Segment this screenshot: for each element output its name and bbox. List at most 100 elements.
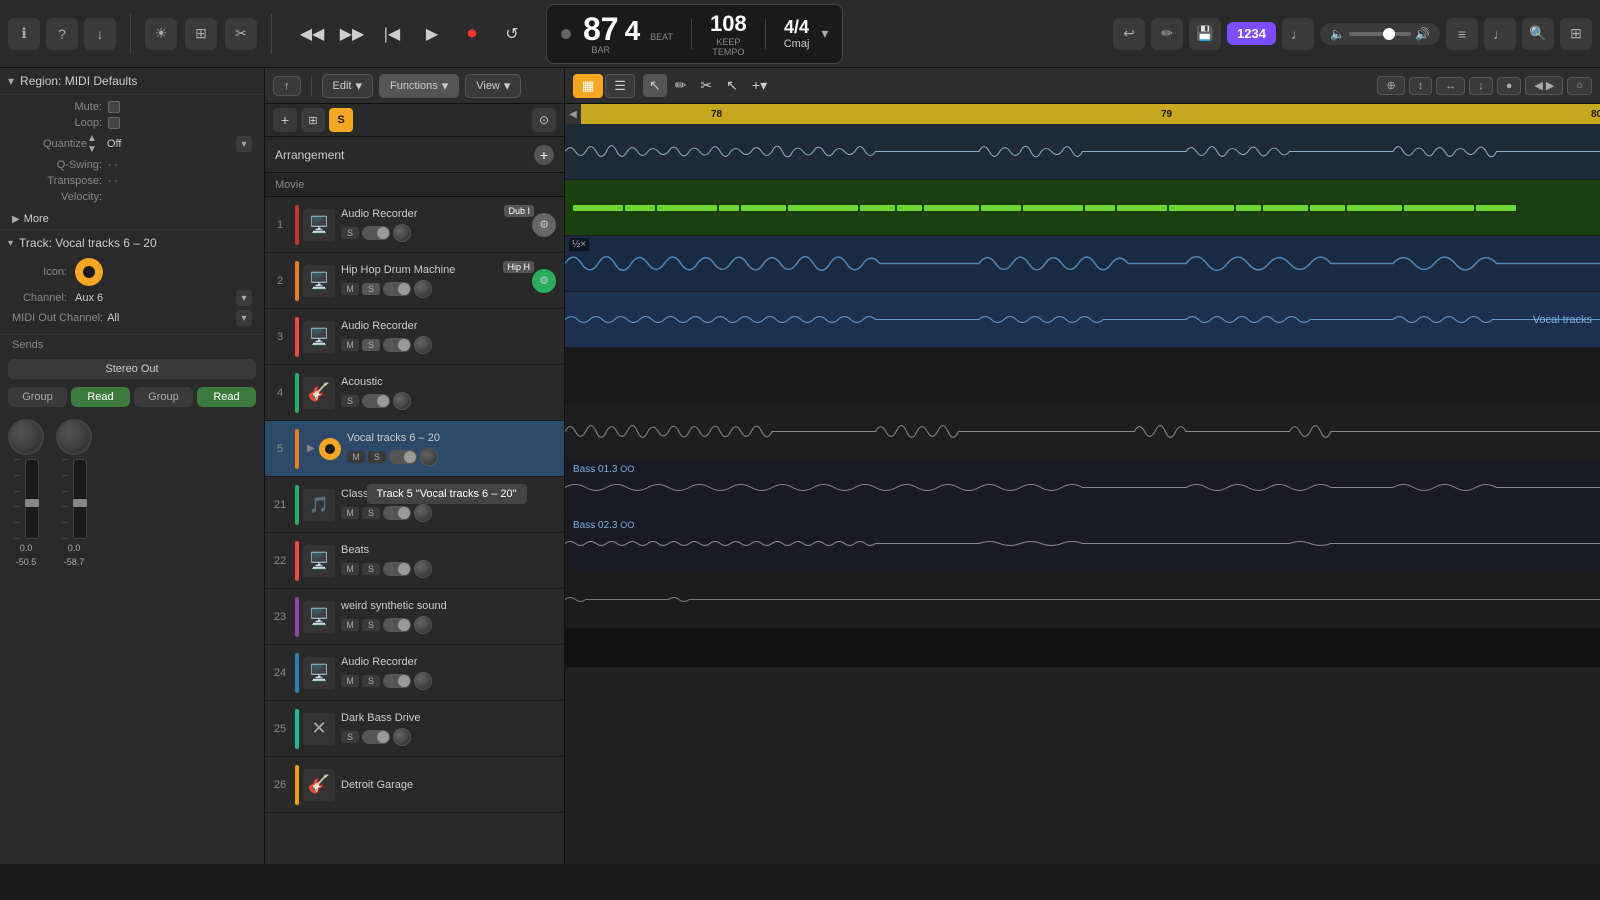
mute-button[interactable]: M <box>347 451 365 463</box>
volume-slider[interactable]: 🔈 🔊 <box>1320 23 1440 45</box>
track-row[interactable]: 21 🎵 Classic Electric Piano M S <box>265 477 564 533</box>
zoom-dot-left[interactable]: ● <box>1497 77 1522 95</box>
search-icon[interactable]: 🔍 <box>1522 18 1554 50</box>
zoom-fit-vertical[interactable]: ↕ <box>1409 77 1433 95</box>
solo-button[interactable]: S <box>362 619 380 631</box>
track-toggle[interactable] <box>362 226 390 240</box>
track-volume-knob[interactable] <box>414 616 432 634</box>
list-view-button[interactable]: ☰ <box>605 74 635 98</box>
fast-forward-button[interactable]: ▶▶ <box>334 16 370 52</box>
solo-button[interactable]: S <box>341 395 359 407</box>
track-volume-knob[interactable] <box>414 504 432 522</box>
view-menu-button[interactable]: View ▾ <box>465 74 521 98</box>
track-toggle[interactable] <box>383 338 411 352</box>
track-row[interactable]: 24 🖥️ Audio Recorder M S <box>265 645 564 701</box>
track-toggle[interactable] <box>362 394 390 408</box>
track-volume-knob[interactable] <box>393 728 411 746</box>
quantize-dropdown[interactable]: ▾ <box>236 136 252 152</box>
solo-button[interactable]: S <box>362 507 380 519</box>
list-icon[interactable]: ≡ <box>1446 18 1478 50</box>
prev-marker-button[interactable]: |◀ <box>374 16 410 52</box>
metronome-icon[interactable]: ♩ <box>1282 18 1314 50</box>
mute-button[interactable]: M <box>341 507 359 519</box>
read-button-right[interactable]: Read <box>197 387 256 407</box>
info-icon[interactable]: ℹ <box>8 18 40 50</box>
group-button-right[interactable]: Group <box>134 387 193 407</box>
fader-right[interactable] <box>73 459 87 539</box>
mute-button[interactable]: M <box>341 283 359 295</box>
arrow-up-button[interactable]: ↑ <box>273 76 301 96</box>
track-toggle[interactable] <box>383 506 411 520</box>
track-volume-knob[interactable] <box>414 336 432 354</box>
sends-label[interactable]: Sends <box>12 339 43 351</box>
record-area-button[interactable]: ⊙ <box>532 108 556 132</box>
track-settings-button[interactable]: ⚙ <box>532 269 556 293</box>
track-volume-knob[interactable] <box>414 672 432 690</box>
volume-track[interactable] <box>1349 32 1411 36</box>
solo-button[interactable]: S <box>368 451 386 463</box>
track-toggle[interactable] <box>383 282 411 296</box>
plugin-icon[interactable]: ⊞ <box>1560 18 1592 50</box>
scissors-tool[interactable]: ✂ <box>694 74 718 97</box>
mute-button[interactable]: M <box>341 339 359 351</box>
region-collapse-arrow[interactable]: ▾ <box>8 74 14 88</box>
counter-dropdown-icon[interactable]: ▾ <box>821 25 828 42</box>
add-tool[interactable]: +▾ <box>746 74 773 97</box>
track-volume-knob[interactable] <box>414 560 432 578</box>
brightness-icon[interactable]: ☀ <box>145 18 177 50</box>
scissors-icon[interactable]: ✂ <box>225 18 257 50</box>
cycle-display-button[interactable]: ⊞ <box>301 108 325 132</box>
track-row[interactable]: 23 🖥️ weird synthetic sound M S <box>265 589 564 645</box>
mute-button[interactable]: M <box>341 563 359 575</box>
track-settings-button[interactable]: ⚙ <box>532 213 556 237</box>
download-icon[interactable]: ↓ <box>84 18 116 50</box>
rewind-button[interactable]: ◀◀ <box>294 16 330 52</box>
edit-menu-button[interactable]: Edit ▾ <box>322 74 374 98</box>
solo-button[interactable]: S <box>362 675 380 687</box>
grid-view-button[interactable]: ▦ <box>573 74 603 98</box>
solo-button[interactable]: S <box>362 283 380 295</box>
arrangement-add-button[interactable]: + <box>534 145 554 165</box>
read-button-left[interactable]: Read <box>71 387 130 407</box>
track-power-led[interactable] <box>319 438 341 460</box>
help-icon[interactable]: ? <box>46 18 78 50</box>
zoom-down[interactable]: ↓ <box>1469 77 1493 95</box>
track-volume-knob[interactable] <box>414 280 432 298</box>
channel-dropdown[interactable]: ▾ <box>236 290 252 306</box>
note-icon[interactable]: ♩ <box>1484 18 1516 50</box>
track-toggle[interactable] <box>389 450 417 464</box>
stereo-out-button[interactable]: Stereo Out <box>8 359 256 379</box>
play-button[interactable]: ▶ <box>414 16 450 52</box>
mute-button[interactable]: S <box>341 227 359 239</box>
pan-knob-right[interactable] <box>56 419 92 455</box>
undo-icon[interactable]: ↩ <box>1113 18 1145 50</box>
track-toggle[interactable] <box>362 730 390 744</box>
track-collapse-arrow[interactable]: ▾ <box>8 238 13 249</box>
track-volume-knob[interactable] <box>393 224 411 242</box>
track-row[interactable]: 25 ✕ Dark Bass Drive S <box>265 701 564 757</box>
track-row[interactable]: 2 🖥️ Hip Hop Drum Machine M S Hip H ⚙ <box>265 253 564 309</box>
track-volume-knob[interactable] <box>393 392 411 410</box>
track-row[interactable]: 1 🖥️ Audio Recorder S Dub I ⚙ <box>265 197 564 253</box>
zoom-dot-right[interactable]: ○ <box>1567 77 1592 95</box>
track-row[interactable]: 3 🖥️ Audio Recorder M S <box>265 309 564 365</box>
track-row[interactable]: 26 🎸 Detroit Garage <box>265 757 564 813</box>
mute-button[interactable]: M <box>341 675 359 687</box>
zoom-arrows[interactable]: ◀ ▶ <box>1525 76 1563 95</box>
mute-checkbox[interactable] <box>108 101 120 113</box>
track-expand-button[interactable]: ▶ <box>303 441 319 457</box>
pencil-tool[interactable]: ✏ <box>669 74 693 97</box>
cycle-button[interactable]: ↺ <box>494 16 530 52</box>
loop-checkbox[interactable] <box>108 117 120 129</box>
pencil-icon[interactable]: ✏ <box>1151 18 1183 50</box>
cursor-tool[interactable]: ↖ <box>643 74 667 97</box>
track-icon-button[interactable] <box>75 258 103 286</box>
solo-button[interactable]: S <box>362 563 380 575</box>
record-button[interactable]: ⏺ <box>454 16 490 52</box>
save-icon[interactable]: 💾 <box>1189 18 1221 50</box>
track-row[interactable]: 22 🖥️ Beats M S <box>265 533 564 589</box>
track-volume-knob[interactable] <box>420 448 438 466</box>
quantize-stepper[interactable]: ▲▼ <box>87 133 97 155</box>
functions-menu-button[interactable]: Functions ▾ <box>379 74 459 98</box>
fader-left[interactable] <box>25 459 39 539</box>
